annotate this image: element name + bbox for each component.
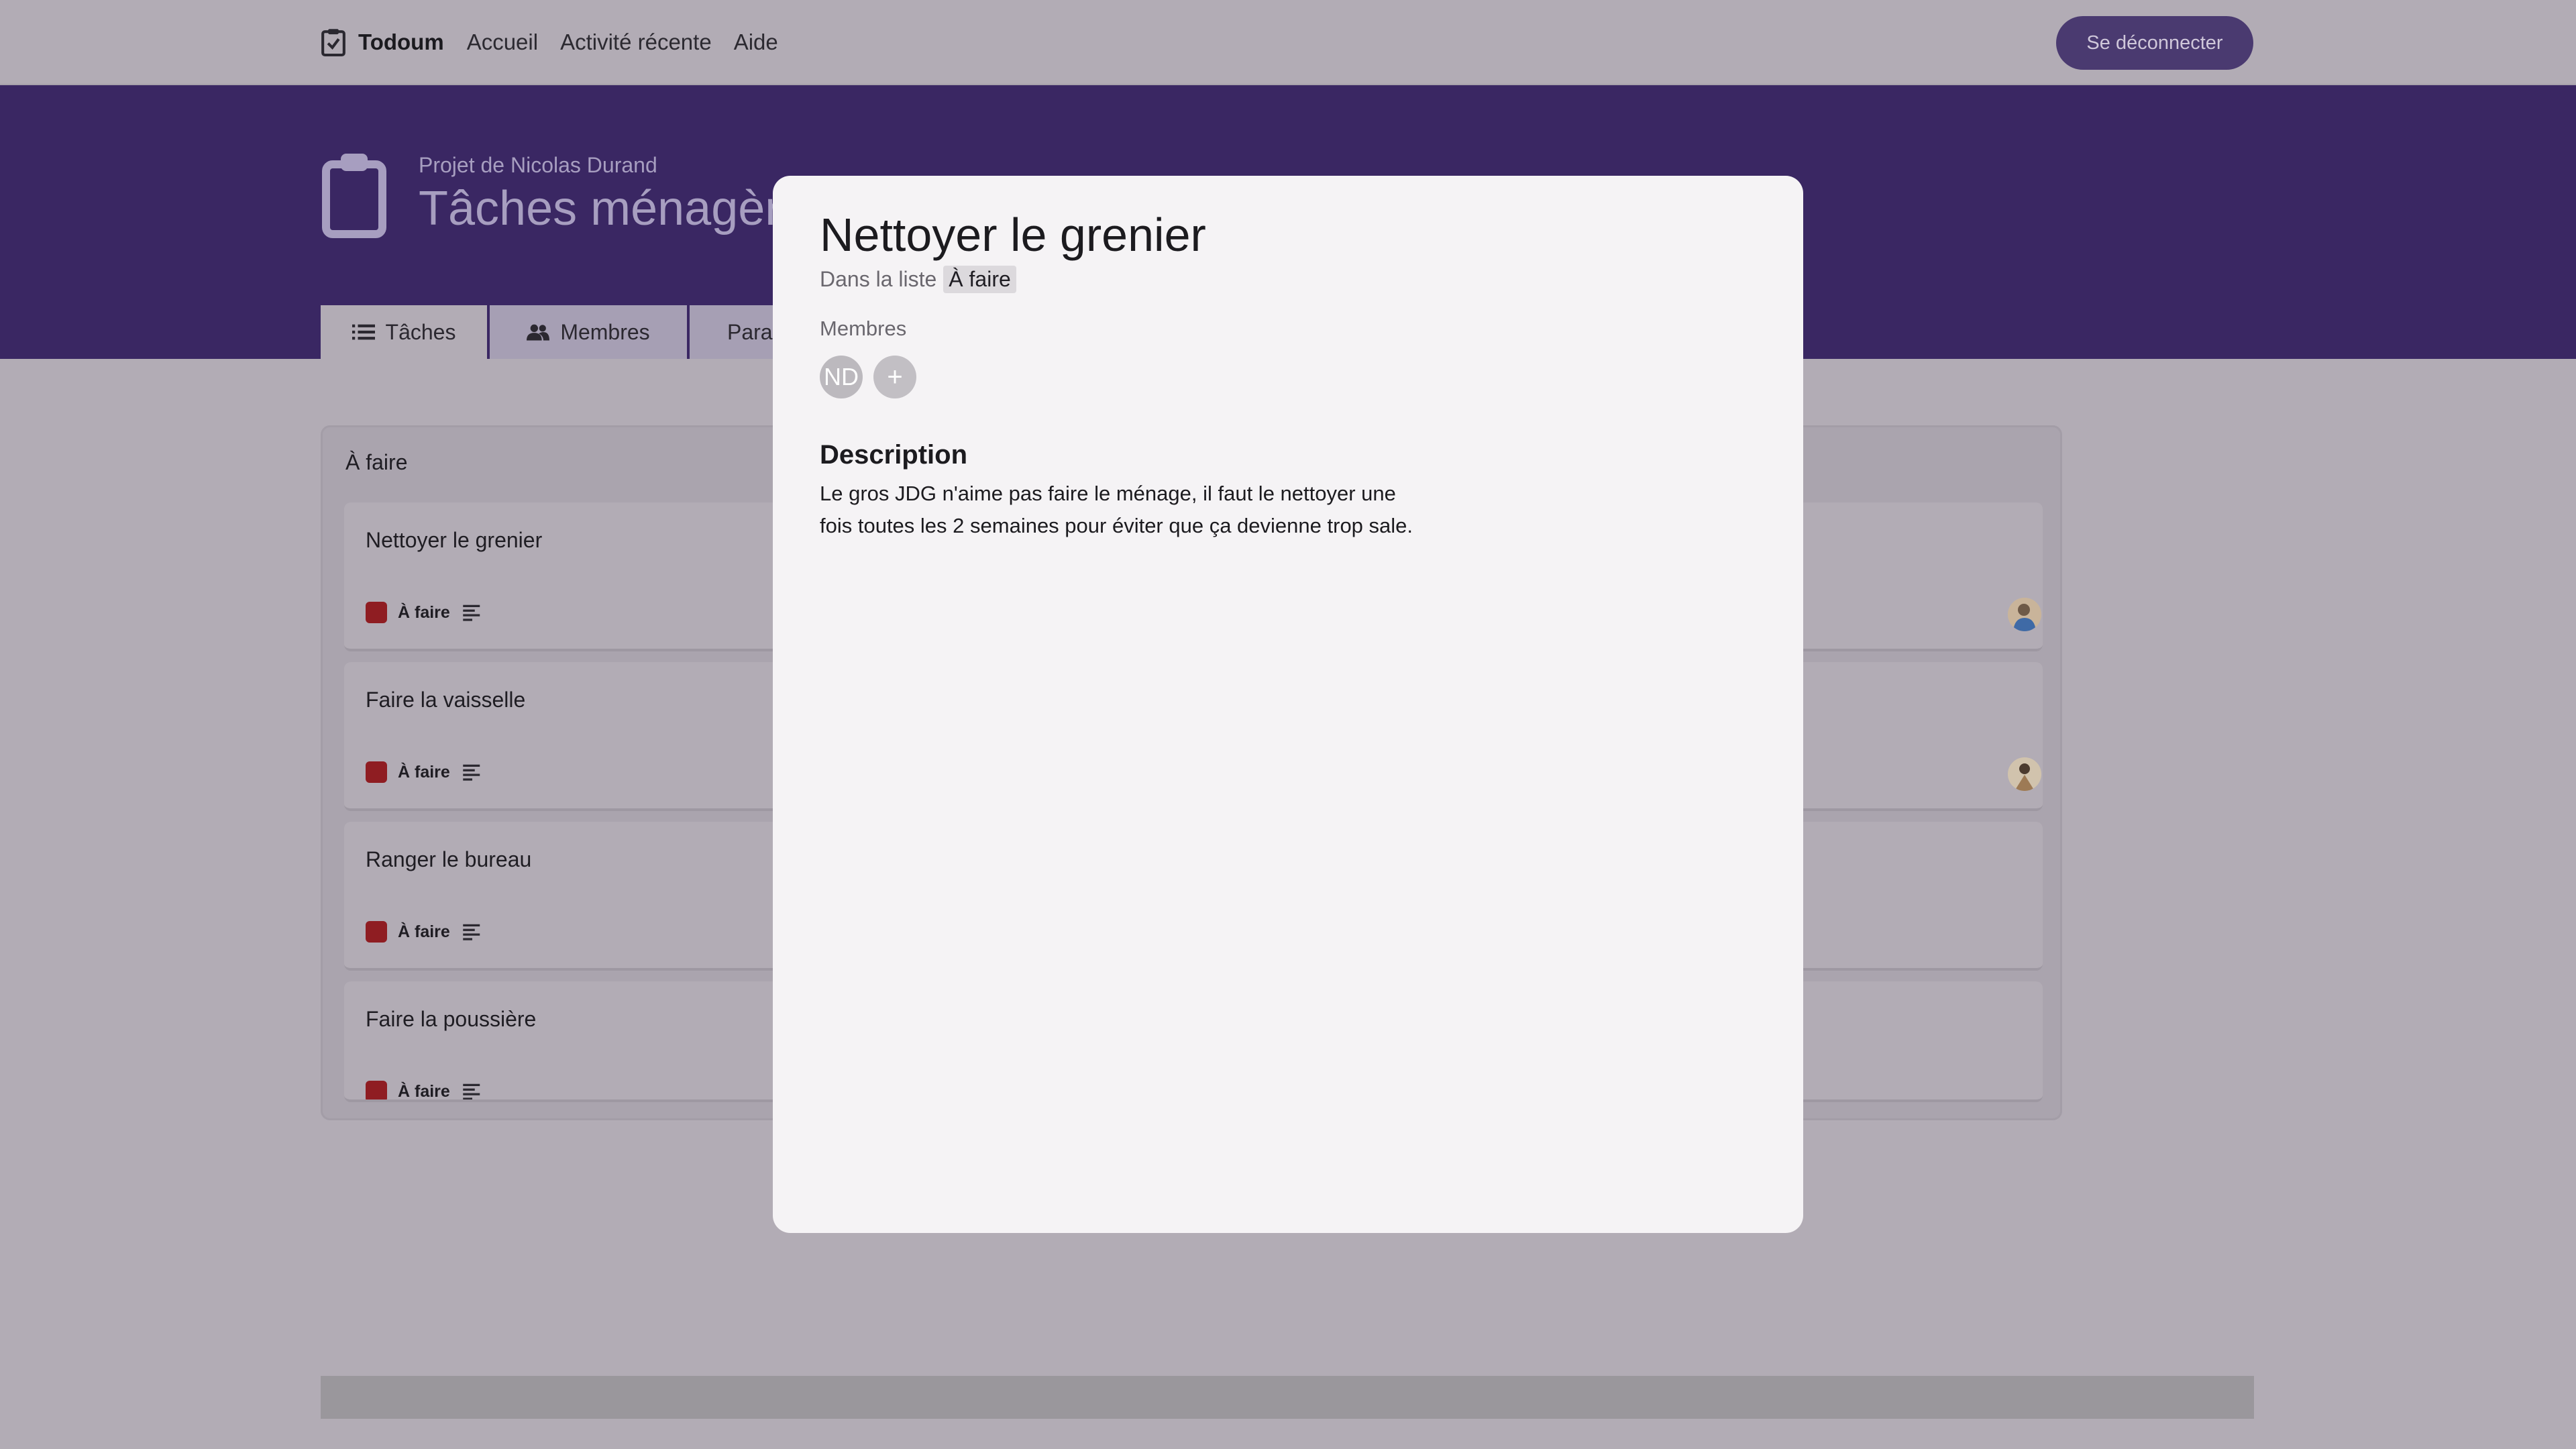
- nav-link-recent-activity[interactable]: Activité récente: [560, 30, 712, 55]
- task-card-meta: À faire: [366, 602, 482, 623]
- footer-bar: [321, 1376, 2254, 1419]
- tab-settings[interactable]: Paramètres: [690, 305, 784, 359]
- description-icon: [463, 1083, 480, 1099]
- task-title: Nettoyer le grenier: [820, 209, 1206, 261]
- members-row: ND +: [820, 356, 916, 398]
- list-title: À faire: [345, 450, 408, 474]
- clipboard-check-icon: [321, 29, 345, 57]
- status-color-square: [366, 761, 387, 783]
- project-tabs: Tâches Membres Paramètres: [321, 305, 784, 359]
- clipboard-icon: [322, 154, 386, 238]
- task-list-info: Dans la liste À faire: [820, 266, 1016, 293]
- task-card-title: Ranger le bureau: [366, 847, 532, 871]
- task-card-meta: À faire: [366, 921, 482, 943]
- project-owner: Projet de Nicolas Durand: [419, 153, 657, 177]
- nav-link-help[interactable]: Aide: [734, 30, 778, 55]
- task-card-title: Faire la poussière: [366, 1007, 537, 1031]
- status-label: À faire: [398, 1081, 450, 1101]
- top-navbar: Todoum Accueil Activité récente Aide Se …: [0, 0, 2576, 85]
- brand-name[interactable]: Todoum: [358, 30, 444, 55]
- task-card-title: Nettoyer le grenier: [366, 528, 543, 552]
- in-list-label: Dans la liste: [820, 267, 937, 291]
- task-card-title: Faire la vaisselle: [366, 688, 526, 712]
- add-member-button[interactable]: +: [873, 356, 916, 398]
- list-icon: [352, 324, 375, 340]
- tab-members[interactable]: Membres: [490, 305, 690, 359]
- project-title: Tâches ménagères: [419, 182, 833, 235]
- description-icon: [463, 924, 480, 941]
- list-name-chip[interactable]: À faire: [943, 266, 1016, 293]
- description-text[interactable]: Le gros JDG n'aime pas faire le ménage, …: [820, 478, 1424, 542]
- tab-members-label: Membres: [560, 319, 650, 344]
- description-heading: Description: [820, 440, 968, 470]
- member-avatar[interactable]: ND: [820, 356, 863, 398]
- task-card-meta: À faire: [366, 1081, 482, 1101]
- task-card-meta: À faire: [366, 761, 482, 783]
- nav-left: Todoum Accueil Activité récente Aide: [321, 25, 800, 59]
- tab-tasks[interactable]: Tâches: [321, 305, 490, 359]
- description-icon: [463, 604, 480, 621]
- status-label: À faire: [398, 762, 450, 782]
- nav-link-home[interactable]: Accueil: [467, 30, 538, 55]
- status-label: À faire: [398, 602, 450, 622]
- status-color-square: [366, 602, 387, 623]
- members-label: Membres: [820, 317, 907, 340]
- avatar-image: [2008, 757, 2041, 791]
- status-color-square: [366, 921, 387, 943]
- assignee-avatar: [2008, 598, 2041, 631]
- assignee-avatar: [2008, 757, 2041, 791]
- logout-button[interactable]: Se déconnecter: [2056, 16, 2253, 70]
- users-icon: [527, 324, 550, 341]
- tab-tasks-label: Tâches: [385, 319, 456, 344]
- status-label: À faire: [398, 922, 450, 941]
- status-color-square: [366, 1081, 387, 1099]
- description-icon: [463, 764, 480, 781]
- task-detail-dialog: Nettoyer le grenier Dans la liste À fair…: [773, 176, 1803, 1233]
- avatar-image: [2008, 598, 2041, 631]
